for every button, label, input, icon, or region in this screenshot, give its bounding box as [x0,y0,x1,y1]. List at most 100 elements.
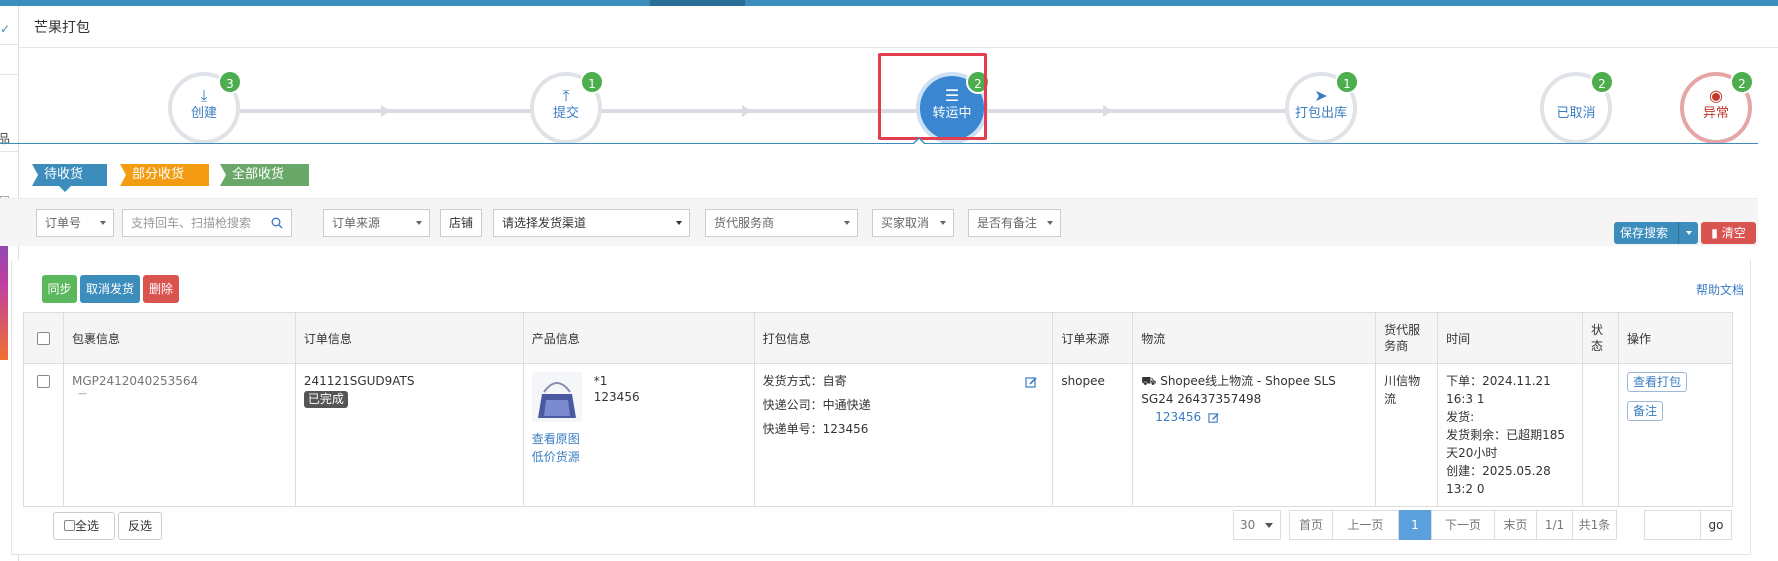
step-pack-out[interactable]: ➤ 打包出库 1 [1285,70,1359,144]
go-button[interactable]: go [1700,510,1732,540]
step-create[interactable]: ⤓ 创建 3 [168,70,242,144]
forwarder-select[interactable]: 货代服务商 [705,209,858,237]
page-count: 1/1 [1536,510,1573,540]
truck-icon: ⛟ [1141,374,1161,388]
help-link[interactable]: 帮助文档 [1696,281,1744,298]
last-page-button[interactable]: 末页 [1494,510,1537,540]
note-button[interactable]: 备注 [1627,401,1664,421]
step-label: 提交 [552,106,579,121]
steps-track [206,109,1356,113]
total-count: 共1条 [1572,510,1617,540]
next-page-button[interactable]: 下一页 [1431,510,1495,540]
tab-pending-receive[interactable]: 待收货(2) [32,164,107,204]
table-header-row: 包裹信息 订单信息 产品信息 打包信息 订单来源 物流 货代服务商 时间 状态 … [23,312,1733,364]
step-exception[interactable]: ◉ 异常 2 [1680,70,1754,144]
caret-down-icon [940,221,946,225]
column-header: 订单来源 [1052,312,1134,364]
search-icon[interactable] [271,217,283,229]
buyer-cancel-select[interactable]: 买家取消 [872,209,954,237]
column-header: 包裹信息 [62,312,296,364]
delete-button[interactable]: 删除 [143,275,179,303]
chevron-down-icon [1265,523,1273,528]
step-count-badge: 2 [1730,70,1754,94]
step-cancelled[interactable]: 已取消 2 [1540,70,1614,144]
order-no-select[interactable]: 订单号 [36,209,114,237]
order-source-select[interactable]: 订单来源 [323,209,430,237]
time-cell: 下单：2024.11.21 16:3 1 发货: 发货剩余：已超期185 天20… [1437,363,1584,507]
checkbox[interactable] [64,519,75,531]
steps-divider [0,143,1758,144]
shop-button[interactable]: 店铺 [440,209,482,237]
page-jump-input[interactable] [1644,510,1701,540]
edit-icon[interactable] [1208,412,1220,424]
logistics-cell: ⛟ Shopee线上物流 - Shopee SLS SG24 264373574… [1132,363,1377,507]
checkbox[interactable] [36,332,50,345]
first-page-button[interactable]: 首页 [1289,510,1333,540]
caret-down-icon [1047,221,1053,225]
package-sub: — [77,389,87,399]
caret-down-icon [844,221,850,225]
save-search-button[interactable]: 保存搜索 [1614,222,1698,244]
product-sku: 123456 [593,390,640,404]
operation-cell: 查看打包 备注 [1618,363,1733,507]
clear-button[interactable]: ▮ 清空 [1701,222,1756,244]
orders-table: 包裹信息 订单信息 产品信息 打包信息 订单来源 物流 货代服务商 时间 状态 … [23,312,1733,507]
invert-selection-button[interactable]: 反选 [118,512,162,540]
package-number: MGP2412040253564 [71,374,199,388]
view-pack-button[interactable]: 查看打包 [1627,372,1688,392]
step-count-badge: 1 [1335,70,1359,94]
has-note-select[interactable]: 是否有备注 [968,209,1061,237]
express-company: 快递公司：中通快递 [762,398,871,412]
order-cell: 241121SGUD9ATS 已完成 [294,363,524,507]
step-label: 打包出库 [1294,106,1347,121]
column-header: 操作 [1618,312,1733,364]
ship-method: 发货方式：自寄 [762,374,847,388]
step-label: 异常 [1702,106,1729,121]
sidebar-label-fragment[interactable]: 品 [0,130,10,147]
caret-down-icon [416,221,422,225]
order-source: shopee [1052,363,1134,507]
caret-down-icon [1686,231,1692,235]
status-badge: 已完成 [303,391,348,408]
header-select-all[interactable] [23,312,64,364]
page-size-select[interactable]: 30 [1233,510,1281,540]
low-price-link[interactable]: 低价货源 [532,448,746,466]
package-cell: MGP2412040253564 — [62,363,296,507]
caret-down-icon [676,221,682,225]
tracking-link[interactable]: 123456 [1155,410,1201,424]
select-all-button[interactable]: 全选 [53,512,115,540]
search-input[interactable]: 支持回车、扫描枪搜索 [122,209,292,237]
column-header: 订单信息 [294,312,524,364]
cancel-ship-button[interactable]: 取消发货 [80,275,140,303]
step-submit[interactable]: ⤒ 提交 1 [530,70,604,144]
tab-partial-receive[interactable]: 部分收货(0) [120,164,209,204]
checkbox[interactable] [36,375,50,388]
edit-icon[interactable] [1025,376,1038,389]
column-header: 状态 [1582,312,1619,364]
tab-all-receive[interactable]: 全部收货(0) [220,164,309,204]
current-page[interactable]: 1 [1399,510,1431,540]
step-count-badge: 1 [580,70,604,94]
status-cell [1582,363,1619,507]
express-number: 快递单号：123456 [762,422,869,436]
row-select[interactable] [23,363,64,507]
view-image-link[interactable]: 查看原图 [532,430,746,448]
step-label: 创建 [190,106,217,121]
channel-select[interactable]: 请选择发货渠道 [493,209,690,237]
divider [0,74,18,75]
step-arrow [381,105,390,117]
product-image[interactable] [531,372,582,422]
page-title: 芒果打包 [20,6,1778,48]
order-number: 241121SGUD9ATS [303,374,415,388]
caret-down-icon [100,221,106,225]
step-count-badge: 2 [1590,70,1614,94]
divider [0,44,18,45]
time-remain: 发货剩余：已超期185 天20小时 [1446,428,1565,460]
save-search-dropdown[interactable] [1678,222,1698,244]
step-arrow [742,105,751,117]
sync-button[interactable]: 同步 [42,275,77,303]
time-order: 下单：2024.11.21 16:3 1 [1446,374,1551,406]
logistics-info: Shopee线上物流 - Shopee SLS SG24 26437357498 [1141,374,1336,406]
prev-page-button[interactable]: 上一页 [1332,510,1399,540]
trash-icon: ▮ [1711,226,1718,240]
